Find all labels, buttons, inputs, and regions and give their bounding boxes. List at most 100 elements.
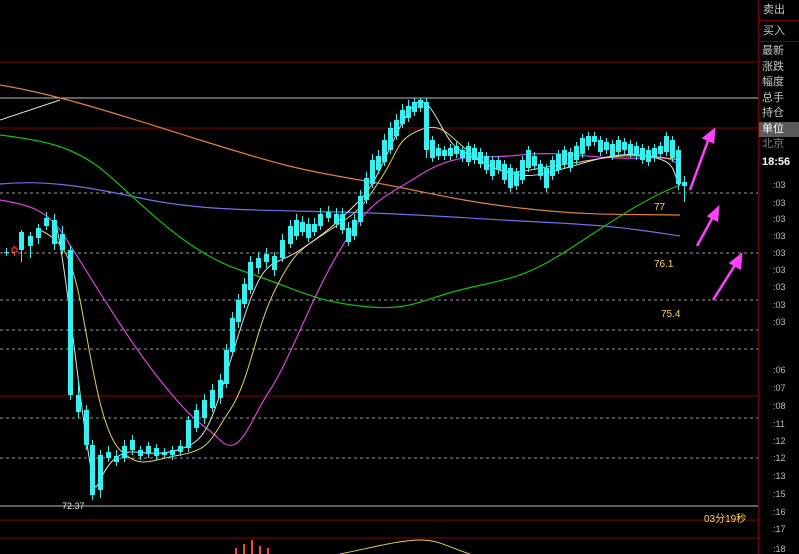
candle-body: [202, 400, 207, 418]
candle-body: [628, 144, 633, 154]
time-tick: :03: [773, 180, 786, 190]
candle-body: [236, 300, 241, 322]
candle-body: [210, 390, 215, 408]
candle-body: [586, 136, 591, 146]
candle-body: [508, 168, 513, 188]
time-tick: :03: [773, 300, 786, 310]
candle-body: [130, 440, 135, 450]
candle-body: [358, 196, 363, 222]
menu-item-volume[interactable]: 总手: [759, 91, 799, 107]
sell-button[interactable]: 卖出: [759, 0, 799, 21]
menu-item-beijing[interactable]: 北京: [759, 137, 799, 153]
candle-body: [532, 156, 537, 166]
candle-body: [616, 140, 621, 152]
candle-body: [370, 160, 375, 184]
candle-body: [610, 144, 615, 156]
candle-body: [194, 410, 199, 428]
candle-body: [394, 120, 399, 136]
menu-item-latest[interactable]: 最新: [759, 44, 799, 60]
time-tick: :03: [773, 248, 786, 258]
time-tick: :07: [773, 383, 786, 393]
candle-body: [664, 136, 669, 152]
candle-body: [580, 138, 585, 154]
menu-item-open-interest[interactable]: 持仓: [759, 106, 799, 122]
candle-body: [178, 446, 183, 452]
candle-body: [224, 350, 229, 384]
menu-item-range[interactable]: 幅度: [759, 75, 799, 91]
candle-body: [538, 164, 543, 176]
candle-body: [472, 148, 477, 160]
candle-body: [36, 228, 41, 238]
candle-body: [604, 142, 609, 150]
candle-body: [556, 154, 561, 170]
time-tick: :17: [773, 524, 786, 534]
volume-ma: [339, 539, 471, 554]
candle-body: [502, 164, 507, 180]
candle-body: [382, 140, 387, 162]
level-75-4-label: 75.4: [661, 309, 681, 320]
time-tick: :15: [773, 489, 786, 499]
candle-body: [288, 226, 293, 244]
candle-body: [44, 218, 49, 226]
candle-body: [272, 256, 277, 270]
candle-body: [550, 160, 555, 176]
time-tick: :11: [773, 419, 785, 429]
low-price-label: 72.37: [62, 501, 85, 511]
time-tick: :06: [773, 365, 786, 375]
candle-body: [526, 150, 531, 168]
candle-body: [218, 380, 223, 398]
time-tick: :03: [773, 282, 786, 292]
time-tick: :13: [773, 471, 786, 481]
time-tick: :16: [773, 507, 786, 517]
candle-body: [264, 254, 269, 262]
time-tick: :18: [773, 544, 786, 554]
candle-body: [230, 318, 235, 352]
candle-body: [376, 156, 381, 170]
ma-yellow: [39, 126, 681, 463]
candlestick-chart[interactable]: 77 76.1 75.4 72.37: [0, 0, 758, 554]
candle-body: [84, 410, 89, 445]
candle-body: [19, 232, 24, 250]
candle-body: [640, 148, 645, 160]
candle-body: [658, 146, 663, 154]
candle-body: [162, 452, 167, 455]
candle-body: [68, 250, 73, 395]
candle-body: [490, 160, 495, 176]
candle-body: [544, 168, 549, 188]
menu-item-change[interactable]: 涨跌: [759, 60, 799, 76]
candle-body: [318, 214, 323, 226]
candle-body: [562, 150, 567, 164]
candle-body: [346, 228, 351, 242]
candle-body: [634, 146, 639, 156]
trend-arrows: [688, 127, 743, 301]
level-76-1-label: 76.1: [654, 259, 674, 270]
candle-body: [478, 152, 483, 164]
countdown-timer: 03分19秒: [704, 514, 747, 525]
candle-body: [294, 220, 299, 236]
candle-body: [76, 395, 81, 412]
candle-body: [280, 240, 285, 258]
candle-body: [592, 136, 597, 142]
buy-button[interactable]: 买入: [759, 21, 799, 42]
candle-body: [598, 140, 603, 152]
candle-body: [412, 102, 417, 112]
candle-body: [430, 140, 435, 158]
menu-item-unit[interactable]: 单位: [759, 121, 799, 137]
candles: [4, 98, 687, 500]
time-tick: :03: [773, 231, 786, 241]
candle-body: [106, 452, 111, 458]
ma-magenta: [0, 153, 681, 446]
right-panel: 卖出 买入 最新 涨跌 幅度 总手 持仓 单位 北京 18:56 :03:03:…: [758, 0, 799, 554]
candle-body: [676, 150, 681, 184]
candle-body: [326, 212, 331, 218]
candle-body: [520, 160, 525, 180]
grid-dashed: [0, 192, 758, 459]
candle-body: [454, 146, 459, 154]
candle-body: [418, 100, 423, 108]
time-tick: :12: [773, 453, 786, 463]
candle-body: [352, 220, 357, 236]
candle-body: [484, 156, 489, 170]
candle-body: [312, 224, 317, 232]
candle-body: [306, 224, 311, 238]
candle-body: [568, 152, 573, 168]
